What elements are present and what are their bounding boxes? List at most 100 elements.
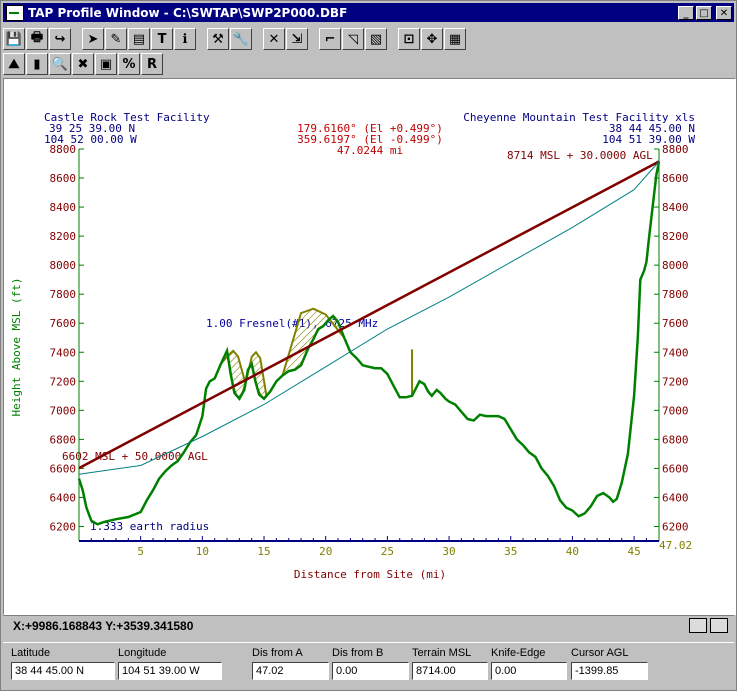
profile-button[interactable]: ⛰: [3, 53, 25, 75]
y-tick-label: 6200: [50, 520, 77, 533]
cursor-agl-field-group: Cursor AGL -1399.85: [571, 647, 648, 680]
site-button[interactable]: ▮: [26, 53, 48, 75]
move-icon: ✥: [426, 31, 438, 47]
y-tick-label: 7000: [662, 404, 689, 417]
cancel-icon: ✖: [77, 56, 89, 72]
info-button[interactable]: ℹ: [174, 28, 196, 50]
x-axis-title: Distance from Site (mi): [294, 568, 446, 581]
site-icon: ▮: [33, 56, 41, 72]
end-antenna-label: 8714 MSL + 30.0000 AGL: [507, 149, 653, 162]
minimize-button[interactable]: _: [678, 5, 694, 20]
line-of-sight-line: [78, 160, 660, 470]
x-tick-label: 40: [566, 545, 579, 558]
info-icon: ℹ: [182, 31, 188, 47]
save-button[interactable]: 💾: [3, 28, 25, 50]
text-button[interactable]: T: [151, 28, 173, 50]
tools-button[interactable]: ⚒: [207, 28, 229, 50]
window-title: TAP Profile Window - C:\SWTAP\SWP2P000.D…: [28, 5, 348, 20]
title-bar[interactable]: TAP Profile Window - C:\SWTAP\SWP2P000.D…: [3, 3, 734, 22]
print-button[interactable]: 🖶: [26, 28, 48, 50]
hatch-icon: ▧: [369, 31, 383, 47]
stack-icon: ▤: [132, 31, 146, 47]
wrench-icon: 🔧: [232, 31, 250, 47]
main-toolbar: 💾 🖶 ↪ ➤ ✎ ▤ Tℹ ⚒ 🔧 ✕ ⇲ ⌐ ◹ ▧ ⊡ ✥ ▦: [3, 27, 467, 51]
latitude-field[interactable]: 38 44 45.00 N: [11, 662, 115, 680]
terrain-button[interactable]: ⌐: [319, 28, 341, 50]
y-tick-label: 7800: [662, 288, 689, 301]
pointer-button[interactable]: ➤: [82, 28, 104, 50]
y-tick-label: 6600: [50, 462, 77, 475]
longitude-field[interactable]: 104 51 39.00 W: [118, 662, 222, 680]
y-tick-label: 8400: [50, 201, 77, 214]
path-distance: 47.0244 mi: [337, 144, 403, 157]
knife-edge-field[interactable]: 0.00: [491, 662, 567, 680]
percent-button[interactable]: %: [118, 53, 140, 75]
knife-edge-label: Knife-Edge: [491, 647, 546, 659]
y-tick-label: 7600: [662, 317, 689, 330]
area-icon: ◹: [348, 31, 358, 47]
y-tick-label: 6800: [50, 433, 77, 446]
dis-a-field[interactable]: 47.02: [252, 662, 329, 680]
latitude-field-group: Latitude 38 44 45.00 N: [11, 647, 115, 680]
longitude-field-group: Longitude 104 51 39.00 W: [118, 647, 222, 680]
stack-button[interactable]: ▤: [128, 28, 150, 50]
pointer-icon: ➤: [87, 31, 99, 47]
draw-button[interactable]: ✎: [105, 28, 127, 50]
colors-button[interactable]: ▦: [444, 28, 466, 50]
y-tick-label: 6600: [662, 462, 689, 475]
hatch-button[interactable]: ▧: [365, 28, 387, 50]
delete-button[interactable]: ✕: [263, 28, 285, 50]
text-icon: T: [157, 31, 167, 47]
terrain-label: Terrain MSL: [412, 647, 472, 659]
y-tick-label: 7200: [662, 375, 689, 388]
y-tick-label: 8400: [662, 201, 689, 214]
y-tick-label: 6400: [662, 491, 689, 504]
y-tick-label: 7600: [50, 317, 77, 330]
y-tick-label: 8800: [50, 143, 77, 156]
close-button[interactable]: ✕: [716, 5, 732, 20]
print-icon: 🖶: [30, 30, 44, 45]
map-button[interactable]: ▣: [95, 53, 117, 75]
map-view-icon[interactable]: [689, 618, 707, 633]
redo-icon: ↪: [54, 31, 66, 47]
search-icon: 🔍: [51, 56, 69, 72]
cursor-coordinates: X:+9986.168843 Y:+3539.341580: [13, 619, 194, 633]
profile-plot-area[interactable]: Castle Rock Test Facility 39 25 39.00 N …: [3, 78, 736, 615]
dis-b-field-group: Dis from B 0.00: [332, 647, 409, 680]
cursor-agl-field[interactable]: -1399.85: [571, 662, 648, 680]
terrain-field[interactable]: 8714.00: [412, 662, 488, 680]
zoom-button[interactable]: ⊡: [398, 28, 420, 50]
x-tick-label: 20: [319, 545, 332, 558]
dis-a-label: Dis from A: [252, 647, 303, 659]
radius-icon: R: [146, 56, 157, 72]
percent-icon: %: [122, 56, 136, 72]
area-button[interactable]: ◹: [342, 28, 364, 50]
x-tick-label: 15: [257, 545, 270, 558]
y-tick-label: 7400: [50, 346, 77, 359]
radius-button[interactable]: R: [141, 53, 163, 75]
export-icon: ⇲: [291, 31, 303, 47]
move-button[interactable]: ✥: [421, 28, 443, 50]
x-tick-label: 5: [137, 545, 144, 558]
export-button[interactable]: ⇲: [286, 28, 308, 50]
y-tick-label: 6800: [662, 433, 689, 446]
dis-b-field[interactable]: 0.00: [332, 662, 409, 680]
y-tick-label: 7400: [662, 346, 689, 359]
redo-button[interactable]: ↪: [49, 28, 71, 50]
maximize-button[interactable]: □: [696, 5, 712, 20]
terrain-icon: ⌐: [324, 31, 336, 47]
y-tick-label: 8200: [662, 230, 689, 243]
y-tick-label: 6200: [662, 520, 689, 533]
search-button[interactable]: 🔍: [49, 53, 71, 75]
x-tick-label: 35: [504, 545, 517, 558]
x-tick-label: 25: [381, 545, 394, 558]
profile-chart: Castle Rock Test Facility 39 25 39.00 N …: [10, 111, 695, 581]
cancel-button[interactable]: ✖: [72, 53, 94, 75]
app-icon[interactable]: [6, 4, 24, 21]
y-tick-label: 8600: [662, 172, 689, 185]
wrench-button[interactable]: 🔧: [230, 28, 252, 50]
y-axis-title: Height Above MSL (ft): [10, 277, 23, 416]
printer-status-icon[interactable]: [710, 618, 728, 633]
y-tick-label: 7200: [50, 375, 77, 388]
zoom-icon: ⊡: [403, 31, 415, 47]
